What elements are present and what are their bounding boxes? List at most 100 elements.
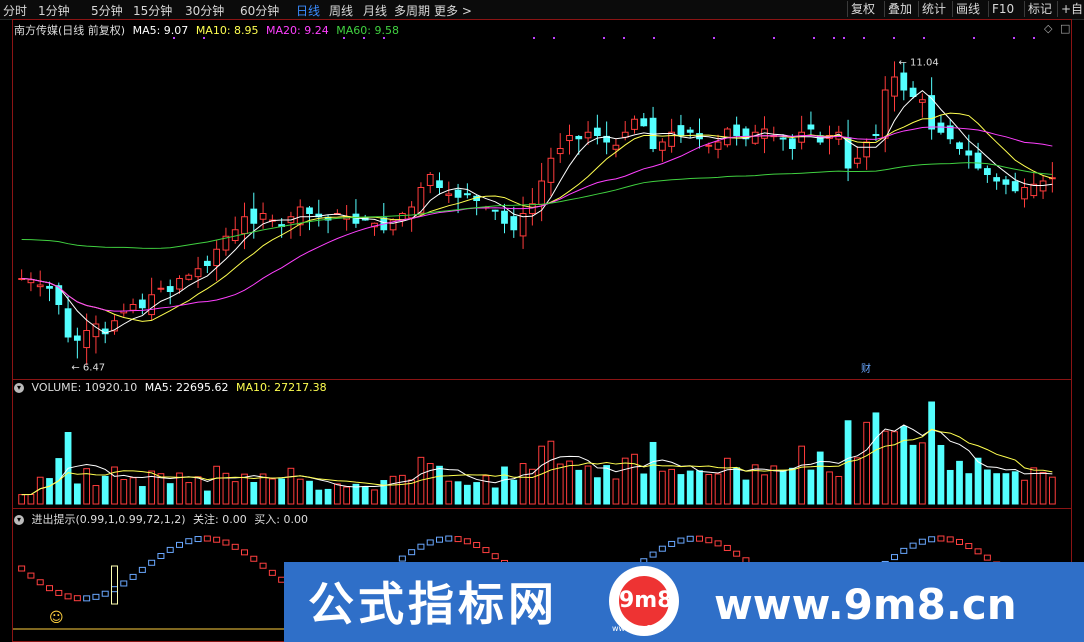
signal-box	[176, 541, 183, 548]
volume-bar	[547, 440, 555, 505]
candle	[445, 193, 453, 196]
volume-bar	[389, 475, 397, 505]
signal-box	[733, 550, 741, 557]
tab-5[interactable]: 60分钟	[240, 2, 279, 19]
close-icon[interactable]: □	[1060, 22, 1070, 35]
candle	[593, 127, 601, 136]
volume-menu-icon[interactable]: ▾	[14, 383, 24, 393]
ma10-line	[21, 112, 1053, 322]
tab-10[interactable]: 更多 >	[434, 2, 472, 19]
signal-box	[194, 536, 202, 543]
candle	[528, 203, 536, 215]
signal-box	[491, 553, 499, 560]
expand-icon[interactable]: ◇	[1044, 22, 1052, 35]
tab-3[interactable]: 15分钟	[133, 2, 172, 19]
tab-8[interactable]: 月线	[363, 2, 387, 19]
candle	[649, 117, 657, 149]
signal-box	[83, 595, 91, 602]
candle	[46, 285, 53, 289]
candle	[891, 76, 898, 97]
tab-2[interactable]: 5分钟	[91, 2, 123, 19]
candle	[194, 268, 202, 278]
signal-box	[250, 555, 258, 562]
toolbar-button-1[interactable]: 叠加	[884, 1, 915, 17]
candle	[993, 177, 1001, 182]
volume-bar	[668, 468, 676, 505]
price-chart[interactable]: ← 11.04 ← 6.47 财	[13, 36, 1071, 379]
volume-bar	[621, 457, 629, 505]
volume-bar	[491, 487, 499, 505]
volume-bar	[575, 469, 583, 505]
toolbar-button-3[interactable]: 画线	[952, 1, 983, 17]
volume-header: ▾ VOLUME: 10920.10 MA5: 22695.62 MA10: 2…	[14, 381, 331, 394]
volume-bar	[36, 476, 44, 505]
signal-box	[714, 540, 722, 547]
volume-bar	[705, 473, 713, 505]
volume-bar	[18, 494, 26, 505]
ma60-line	[21, 162, 1053, 249]
volume-bar	[742, 479, 750, 505]
volume-bar	[510, 479, 518, 505]
volume-bar	[46, 478, 53, 505]
volume-bar	[714, 473, 722, 505]
candle	[157, 287, 165, 290]
volume-bar	[250, 482, 258, 505]
volume-chart[interactable]	[13, 396, 1071, 508]
candle	[640, 118, 648, 127]
volume-bar	[371, 489, 378, 505]
volume-bar	[946, 469, 954, 505]
ma5-line	[21, 90, 1053, 334]
candle	[983, 168, 991, 175]
candle	[436, 180, 443, 189]
volume-bar	[73, 483, 81, 505]
signal-box	[27, 572, 35, 579]
toolbar-button-2[interactable]: 统计	[918, 1, 949, 17]
signal-box	[891, 554, 898, 561]
toolbar-button-5[interactable]: 标记	[1024, 1, 1055, 17]
volume-bar	[631, 453, 638, 505]
signal-box	[398, 555, 406, 562]
volume-bar	[241, 473, 248, 505]
toolbar-button-6[interactable]: +自	[1057, 1, 1084, 17]
volume-bar	[993, 473, 1001, 505]
signal-box	[18, 565, 26, 572]
tab-0[interactable]: 分时	[3, 2, 27, 19]
logo-url: www.9m8.cn	[612, 624, 664, 633]
signal-box	[658, 545, 666, 552]
volume-bar	[788, 467, 796, 505]
signal-box	[677, 537, 685, 544]
tab-4[interactable]: 30分钟	[185, 2, 224, 19]
candle	[547, 157, 555, 183]
high-price-label: ← 11.04	[899, 57, 939, 68]
candle	[491, 209, 499, 212]
volume-bar	[649, 441, 657, 505]
watermark-banner: 公式指标网 9m8 www.9m8.cn www.9m8.cn	[284, 562, 1084, 642]
volume-ma10: MA10: 27217.38	[235, 381, 327, 394]
volume-bar	[556, 463, 564, 505]
volume-bar	[333, 483, 341, 505]
signal-box	[445, 535, 453, 542]
indicator-menu-icon[interactable]: ▾	[14, 515, 24, 525]
candle	[148, 294, 156, 316]
signal-box	[241, 549, 248, 556]
tab-6[interactable]: 日线	[296, 2, 320, 19]
signal-box	[723, 544, 731, 551]
toolbar-button-4[interactable]: F10	[988, 1, 1017, 17]
signal-box	[111, 586, 118, 593]
signal-box	[64, 593, 72, 600]
tab-7[interactable]: 周线	[329, 2, 353, 19]
candle	[853, 157, 861, 164]
finance-marker[interactable]: 财	[861, 362, 871, 375]
candle	[463, 193, 471, 196]
candle	[965, 150, 973, 156]
logo-text: 9m8	[619, 576, 673, 626]
volume-bar	[965, 473, 973, 505]
volume-bar	[900, 426, 908, 505]
tab-1[interactable]: 1分钟	[38, 2, 70, 19]
signal-box	[463, 538, 471, 545]
volume-ma5: MA5: 22695.62	[144, 381, 229, 394]
candle	[807, 124, 815, 130]
toolbar-button-0[interactable]: 复权	[847, 1, 878, 17]
tab-9[interactable]: 多周期	[394, 2, 430, 19]
candle	[779, 137, 787, 140]
